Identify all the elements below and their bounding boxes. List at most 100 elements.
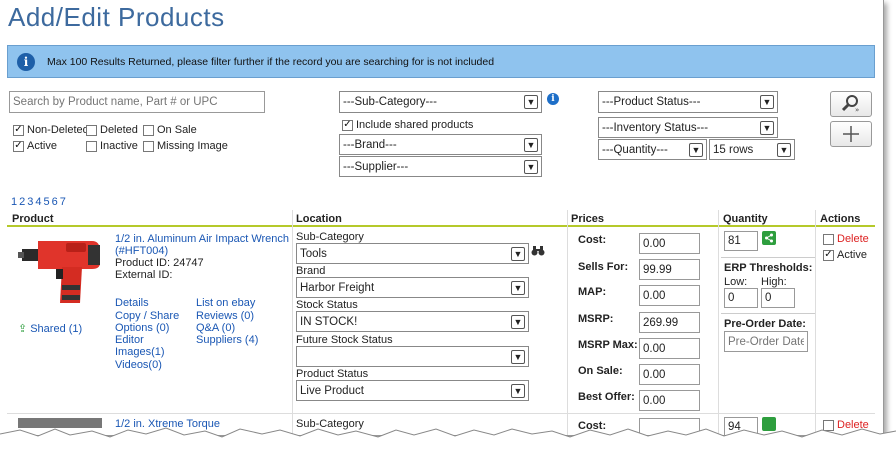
details-link[interactable]: Details	[115, 297, 149, 309]
chevron-down-icon: ▼	[760, 95, 774, 109]
on-sale-price-label: On Sale:	[578, 365, 623, 377]
product-status-label: Product Status	[296, 368, 369, 380]
options-link[interactable]: Options (0)	[115, 322, 169, 334]
reviews-link[interactable]: Reviews (0)	[196, 310, 254, 322]
cost-input[interactable]	[639, 233, 700, 254]
table-header: Product Location Prices Quantity Actions	[7, 210, 875, 227]
map-input[interactable]	[639, 285, 700, 306]
on-sale-label: On Sale	[157, 124, 197, 136]
brand-label: Brand	[296, 265, 326, 277]
pre-order-date-label: Pre-Order Date:	[724, 318, 806, 330]
divider	[721, 313, 815, 314]
best-offer-input[interactable]	[639, 390, 700, 411]
chevron-down-icon: ▼	[689, 142, 703, 157]
product-id: Product ID: 24747	[115, 257, 204, 269]
brand-select[interactable]: ---Brand--- ▼	[339, 134, 542, 155]
column-divider	[815, 210, 816, 435]
on-sale-price-input[interactable]	[639, 364, 700, 385]
add-product-button[interactable]	[830, 121, 872, 147]
svg-text:»: »	[855, 106, 859, 114]
column-header-location: Location	[296, 213, 342, 225]
subcategory-select[interactable]: ---Sub-Category--- ▼	[339, 91, 542, 113]
msrp-max-input[interactable]	[639, 338, 700, 359]
delete-checkbox[interactable]: Delete	[823, 233, 869, 245]
msrp-input[interactable]	[639, 312, 700, 333]
inventory-status-select-value: ---Inventory Status---	[602, 121, 709, 134]
product-status-select-value: ---Product Status---	[602, 96, 701, 108]
chevron-down-icon: ▼	[511, 314, 525, 329]
page-link[interactable]: 5	[44, 196, 50, 208]
chevron-down-icon: ▼	[511, 280, 525, 295]
row-subcategory-select[interactable]: Tools ▼	[296, 243, 529, 264]
product-part-number[interactable]: (#HFT004)	[115, 245, 168, 257]
chevron-down-icon: ▼	[524, 159, 538, 174]
divider	[721, 257, 815, 258]
include-shared-checkbox[interactable]: ✓ Include shared products	[342, 119, 473, 131]
chevron-down-icon: ▼	[511, 349, 525, 364]
product-name-link[interactable]: 1/2 in. Aluminum Air Impact Wrench	[115, 233, 289, 245]
msrp-label: MSRP:	[578, 313, 614, 325]
chevron-down-icon: ▼	[524, 95, 538, 109]
chevron-down-icon: ▼	[760, 120, 774, 135]
supplier-select[interactable]: ---Supplier--- ▼	[339, 156, 542, 177]
non-deleted-label: Non-Deleted	[27, 124, 89, 136]
product-image[interactable]	[18, 233, 102, 313]
sells-for-input[interactable]	[639, 259, 700, 280]
high-threshold-input[interactable]	[761, 288, 795, 308]
inactive-checkbox[interactable]: Inactive	[86, 140, 138, 152]
page-link[interactable]: 1	[11, 196, 17, 208]
plus-icon	[843, 126, 859, 142]
share-icon[interactable]	[762, 231, 776, 245]
shared-link[interactable]: ⇪ Shared (1)	[18, 322, 82, 336]
images-link[interactable]: Images(1)	[115, 346, 165, 358]
chevron-down-icon: ▼	[524, 137, 538, 152]
on-sale-checkbox[interactable]: On Sale	[143, 124, 197, 136]
list-on-ebay-link[interactable]: List on ebay	[196, 297, 255, 309]
missing-image-checkbox[interactable]: Missing Image	[143, 140, 228, 152]
qa-link[interactable]: Q&A (0)	[196, 322, 235, 334]
map-label: MAP:	[578, 286, 607, 298]
search-input[interactable]	[9, 91, 265, 113]
videos-link[interactable]: Videos(0)	[115, 359, 162, 371]
checkbox-checked-icon: ✓	[13, 124, 24, 136]
share-icon: ⇪	[18, 323, 28, 335]
product-status-select[interactable]: ---Product Status--- ▼	[598, 91, 778, 113]
quantity-input[interactable]	[724, 231, 758, 251]
pagination: 1234567	[11, 196, 68, 208]
quantity-select[interactable]: ---Quantity--- ▼	[598, 139, 707, 160]
non-deleted-checkbox[interactable]: ✓ Non-Deleted	[13, 124, 89, 136]
low-threshold-input[interactable]	[724, 288, 758, 308]
include-shared-label: Include shared products	[356, 119, 474, 131]
info-icon[interactable]: i	[547, 93, 559, 105]
row-product-status-select[interactable]: Live Product ▼	[296, 380, 529, 401]
page-title: Add/Edit Products	[8, 2, 225, 32]
stock-status-label: Stock Status	[296, 299, 358, 311]
msrp-max-label: MSRP Max:	[578, 339, 638, 351]
column-divider	[292, 210, 293, 435]
rows-select[interactable]: 15 rows ▼	[709, 139, 795, 160]
best-offer-label: Best Offer:	[578, 391, 635, 403]
row-stock-status-select[interactable]: IN STOCK! ▼	[296, 311, 529, 332]
search-button[interactable]: »	[830, 91, 872, 117]
row-brand-select[interactable]: Harbor Freight ▼	[296, 277, 529, 298]
page-link[interactable]: 2	[19, 196, 25, 208]
page-link[interactable]: 4	[35, 196, 41, 208]
page-link[interactable]: 7	[60, 196, 66, 208]
row-active-checkbox[interactable]: ✓ Active	[823, 249, 867, 261]
binoculars-icon[interactable]	[531, 245, 545, 260]
active-checkbox[interactable]: ✓ Active	[13, 140, 57, 152]
page-link[interactable]: 6	[52, 196, 58, 208]
deleted-checkbox[interactable]: Deleted	[86, 124, 138, 136]
pre-order-date-input[interactable]	[724, 331, 808, 352]
row-future-stock-select[interactable]: ▼	[296, 346, 529, 367]
delete-label: Delete	[837, 233, 869, 245]
column-header-actions: Actions	[820, 213, 861, 225]
low-label: Low:	[724, 276, 748, 288]
chevron-down-icon: ▼	[511, 246, 525, 261]
checkbox-checked-icon: ✓	[13, 140, 24, 152]
page-link[interactable]: 3	[27, 196, 33, 208]
editor-link[interactable]: Editor	[115, 334, 144, 346]
suppliers-link[interactable]: Suppliers (4)	[196, 334, 258, 346]
inventory-status-select[interactable]: ---Inventory Status--- ▼	[598, 117, 778, 138]
copy-share-link[interactable]: Copy / Share	[115, 310, 179, 322]
